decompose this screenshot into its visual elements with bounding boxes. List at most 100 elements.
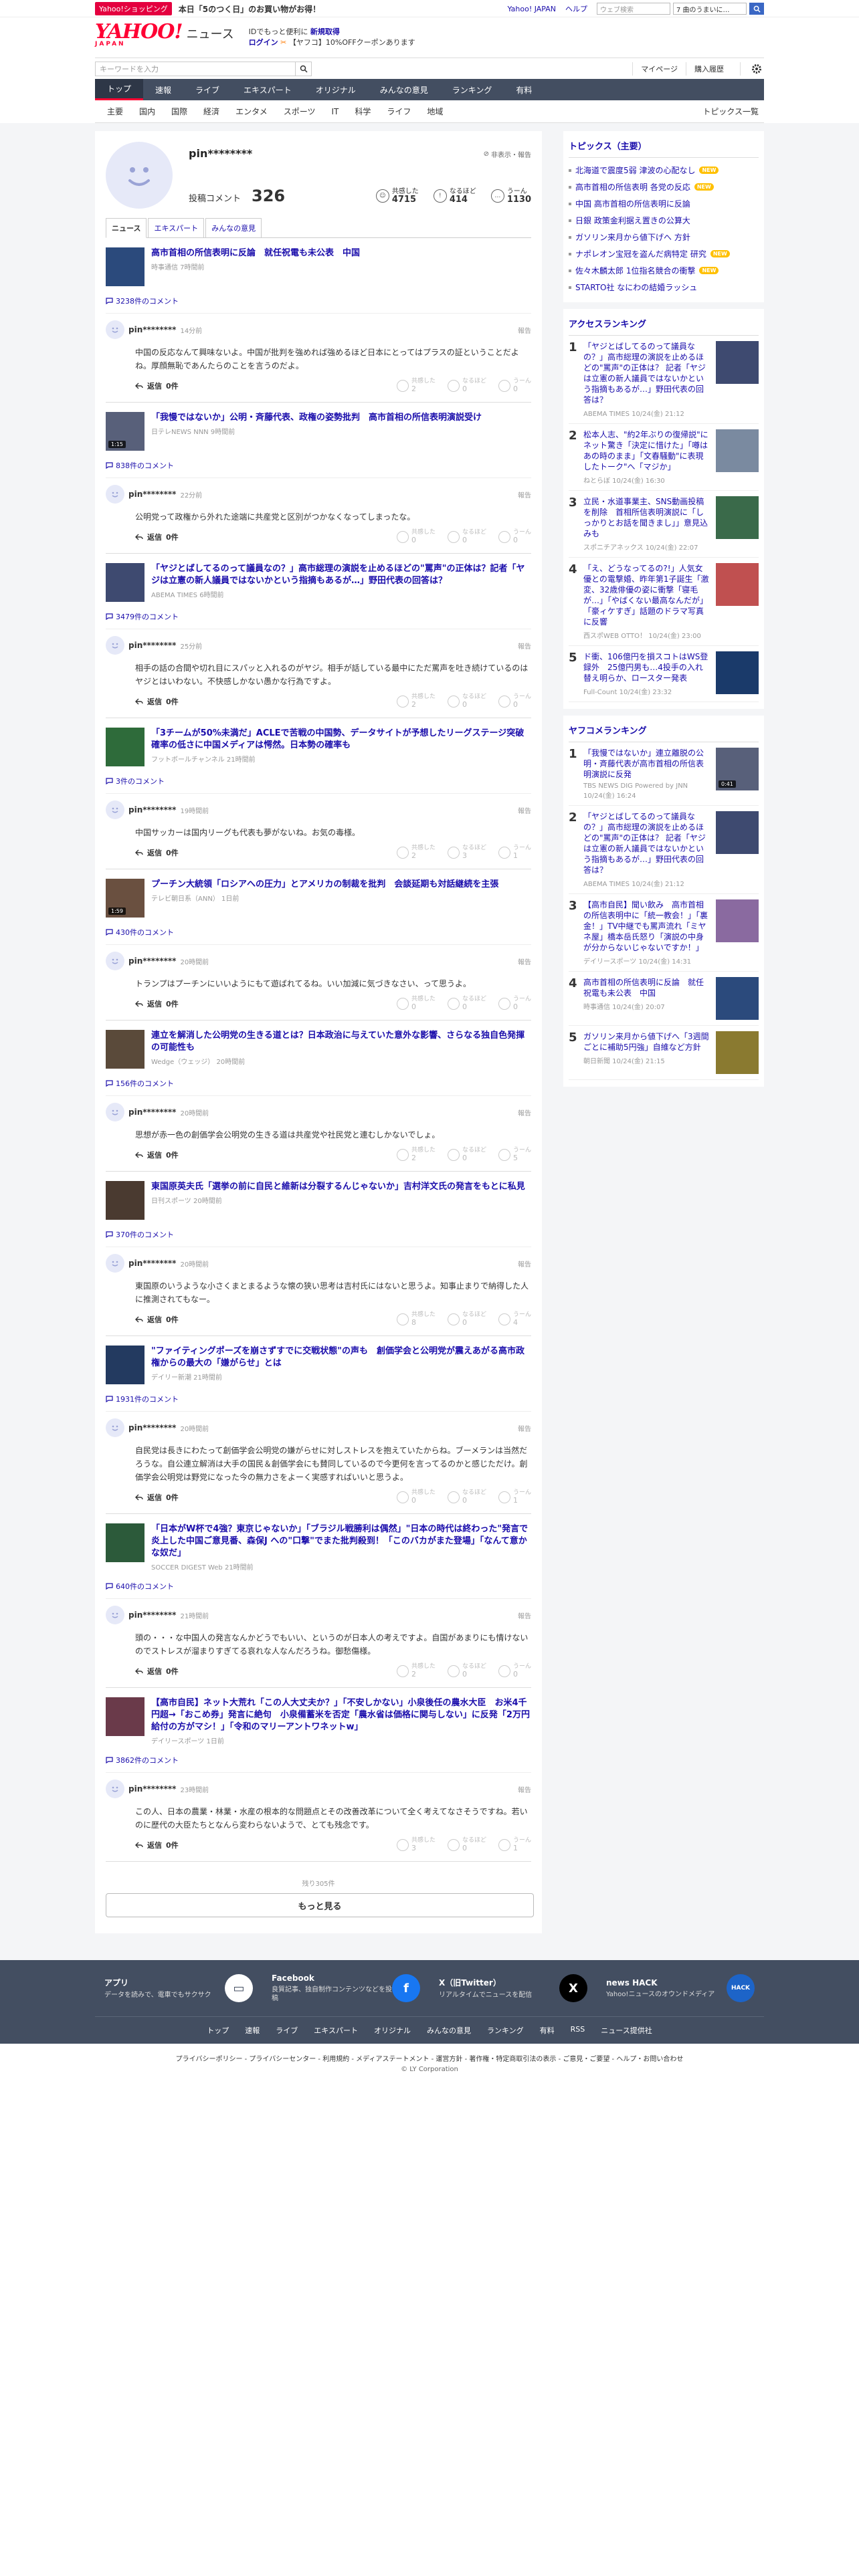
ranking-thumbnail[interactable] [716, 341, 759, 384]
nav-top[interactable]: トップ [95, 79, 144, 100]
topic-title[interactable]: STARTO社 なにわの結婚ラッシュ [575, 282, 697, 293]
ranking-item[interactable]: 2 「ヤジとばしてるのって議員なの？」高市総理の演説を止めるほどの"罵声"の正体は… [569, 806, 759, 894]
help-link[interactable]: ヘルプ [565, 3, 587, 14]
nav-paid[interactable]: 有料 [504, 79, 544, 100]
nav-live[interactable]: ライブ [183, 79, 231, 100]
report-button[interactable]: 報告 [518, 1784, 531, 1794]
empathy-button[interactable]: 共感した 2 [396, 1147, 436, 1163]
article-thumbnail[interactable] [106, 728, 145, 766]
reply-button[interactable]: 返信 0件 [135, 532, 179, 542]
ranking-thumbnail[interactable]: 0:41 [716, 748, 759, 790]
comment-count-link[interactable]: 1931件のコメント [106, 1394, 531, 1404]
ranking-title[interactable]: 「我慢ではないか」連立離脱の公明・斉藤代表が高市首相の所信表明演説に反発 [583, 748, 710, 780]
category-sports[interactable]: スポーツ [276, 106, 324, 117]
tab-expert[interactable]: エキスパート [148, 218, 205, 237]
comment-count-link[interactable]: 3238件のコメント [106, 296, 531, 306]
naruhodo-button[interactable]: なるほど 3 [447, 845, 486, 861]
footer-link[interactable]: ライブ [268, 2025, 306, 2036]
ranking-item[interactable]: 5 ド衝、106億円を損スコトはWS登録外 25億円男も…4投手の入れ替え明らか、… [569, 646, 759, 702]
avatar[interactable] [106, 1254, 124, 1273]
yahoo-japan-link[interactable]: Yahoo! JAPAN [507, 5, 556, 13]
empathy-button[interactable]: 共感した 0 [396, 1489, 436, 1505]
category-business[interactable]: 経済 [195, 106, 227, 117]
article-title[interactable]: 「ヤジとばしてるのって議員なの？」高市総理の演説を止めるほどの"罵声"の正体は？… [151, 563, 531, 587]
tab-opinions[interactable]: みんなの意見 [205, 218, 262, 237]
yahoo-comment-ranking-header[interactable]: ヤフコメランキング [569, 721, 759, 742]
ranking-title[interactable]: 高市首相の所信表明に反論 就任祝電も未公表 中国 [583, 977, 710, 998]
article-thumbnail[interactable]: 1:59 [106, 879, 145, 918]
comment-username[interactable]: pin******** [128, 1784, 176, 1794]
comment-username[interactable]: pin******** [128, 1107, 176, 1117]
ranking-thumbnail[interactable] [716, 811, 759, 854]
topic-title[interactable]: 日銀 政策金利据え置きの公算大 [575, 215, 690, 226]
report-button[interactable]: 報告 [518, 490, 531, 500]
article-title[interactable]: 「日本がW杯で4強？東京じゃないか」「ブラジル戦勝利は偶然」"日本の時代は終わっ… [151, 1523, 531, 1560]
avatar[interactable] [106, 636, 124, 655]
footer-link[interactable]: みんなの意見 [419, 2025, 479, 2036]
nav-opinions[interactable]: みんなの意見 [368, 79, 440, 100]
mypage-link[interactable]: マイページ [632, 62, 686, 76]
naruhodo-button[interactable]: なるほど 0 [447, 693, 486, 710]
report-button[interactable]: 報告 [518, 1423, 531, 1433]
footer-sns-item[interactable]: Facebook 良質記事、独自制作コンテンツなどを投稿 f [262, 1973, 430, 2003]
ranking-thumbnail[interactable] [716, 496, 759, 539]
comment-username[interactable]: pin******** [128, 805, 176, 815]
login-link[interactable]: ログイン [249, 38, 278, 47]
naruhodo-button[interactable]: なるほど 0 [447, 996, 486, 1012]
article-title[interactable]: 「我慢ではないか」公明・斉藤代表、政権の姿勢批判 高市首相の所信表明演説受け [151, 412, 482, 424]
ranking-title[interactable]: 「ヤジとばしてるのって議員なの？」高市総理の演説を止めるほどの"罵声"の正体は？… [583, 341, 710, 405]
avatar[interactable] [106, 1418, 124, 1437]
report-button[interactable]: 報告 [518, 325, 531, 335]
empathy-button[interactable]: 共感した 0 [396, 529, 436, 545]
footer-link[interactable]: 速報 [237, 2025, 268, 2036]
web-search-suggest[interactable]: 7 曲のうまいに… [673, 3, 747, 15]
ranking-thumbnail[interactable] [716, 977, 759, 1020]
ranking-thumbnail[interactable] [716, 563, 759, 606]
article-link[interactable]: 「3チームが50%未満だ」ACLEで苦戦の中国勢、データサイトが予想したリーグス… [106, 728, 531, 766]
report-button[interactable]: 報告 [518, 641, 531, 651]
article-link[interactable]: 連立を解消した公明党の生きる道とは？日本政治に与えていた意外な影響、さらなる独自… [106, 1030, 531, 1069]
empathy-button[interactable]: 共感した 2 [396, 1663, 436, 1679]
topic-item[interactable]: 佐々木麟太郎 1位指名競合の衝撃 NEW [569, 262, 759, 279]
footer-link[interactable]: オリジナル [366, 2025, 419, 2036]
comment-username[interactable]: pin******** [128, 1259, 176, 1268]
facebook-icon[interactable]: f [392, 1974, 420, 2002]
legal-links[interactable]: プライバシーポリシー - プライバシーセンター - 利用規約 - メディアステー… [0, 2053, 859, 2063]
article-thumbnail[interactable] [106, 1181, 145, 1220]
empathy-button[interactable]: 共感した 2 [396, 378, 436, 394]
avatar[interactable] [106, 800, 124, 819]
topic-item[interactable]: ガソリン来月から値下げへ 方針 [569, 229, 759, 245]
naruhodo-button[interactable]: なるほど 0 [447, 1663, 486, 1679]
ranking-title[interactable]: 松本人志、"約2年ぶりの復帰説"にネット驚き「決定に惜けた」「噂はあの時のまま」… [583, 429, 710, 472]
site-logo[interactable]: YAHOO! JAPAN ニュース [95, 22, 234, 50]
topic-item[interactable]: 中国 高市首相の所信表明に反論 [569, 195, 759, 212]
newshack-icon[interactable]: HACK [727, 1974, 755, 2002]
article-title[interactable]: "ファイティングポーズを崩さずすでに交戦状態"の声も 創価学会と公明党が震えあが… [151, 1346, 531, 1370]
reply-button[interactable]: 返信 0件 [135, 1840, 179, 1850]
article-thumbnail[interactable] [106, 1523, 145, 1562]
ranking-item[interactable]: 3 【高市自民】聞い飲み 高市首相の所信表明中に「統一教会！」「裏金！」TV中継で… [569, 894, 759, 972]
topic-item[interactable]: 日銀 政策金利据え置きの公算大 [569, 212, 759, 229]
reply-button[interactable]: 返信 0件 [135, 998, 179, 1009]
article-link[interactable]: 東国原英夫氏「選挙の前に自民と維新は分裂するんじゃないか」吉村洋文氏の発言をもと… [106, 1181, 531, 1220]
uun-button[interactable]: うーん 0 [498, 996, 531, 1012]
uun-button[interactable]: うーん 5 [498, 1147, 531, 1163]
topic-title[interactable]: 佐々木麟太郎 1位指名競合の衝撃 [575, 265, 695, 276]
article-thumbnail[interactable] [106, 1030, 145, 1069]
web-search-input[interactable]: ウェブ検索 [597, 3, 670, 15]
ranking-thumbnail[interactable] [716, 1031, 759, 1074]
ranking-title[interactable]: 立民・水道事業主、SNS動画投稿を削除 首相所信表明演説に「しっかりとお話を聞き… [583, 496, 710, 539]
uun-button[interactable]: うーん 0 [498, 1663, 531, 1679]
comment-username[interactable]: pin******** [128, 641, 176, 650]
article-link[interactable]: 1:59 プーチン大統領「ロシアへの圧力」とアメリカの制裁を批判 会談延期も対話継… [106, 879, 531, 918]
comment-count-link[interactable]: 3件のコメント [106, 776, 531, 786]
load-more-button[interactable]: もっと見る [106, 1893, 534, 1917]
topic-title[interactable]: 中国 高市首相の所信表明に反論 [575, 198, 690, 209]
reply-button[interactable]: 返信 0件 [135, 1666, 179, 1677]
ranking-title[interactable]: 「え、どうなってるの?!」人気女優との電撃婚、昨年第1子誕生「激変、32歳俳優の… [583, 563, 710, 627]
avatar[interactable] [106, 952, 124, 970]
category-local[interactable]: 地域 [419, 106, 451, 117]
uun-button[interactable]: うーん 0 [498, 378, 531, 394]
article-title[interactable]: 「3チームが50%未満だ」ACLEで苦戦の中国勢、データサイトが予想したリーグス… [151, 728, 531, 752]
ranking-item[interactable]: 1 「我慢ではないか」連立離脱の公明・斉藤代表が高市首相の所信表明演説に反発 TBS… [569, 742, 759, 806]
